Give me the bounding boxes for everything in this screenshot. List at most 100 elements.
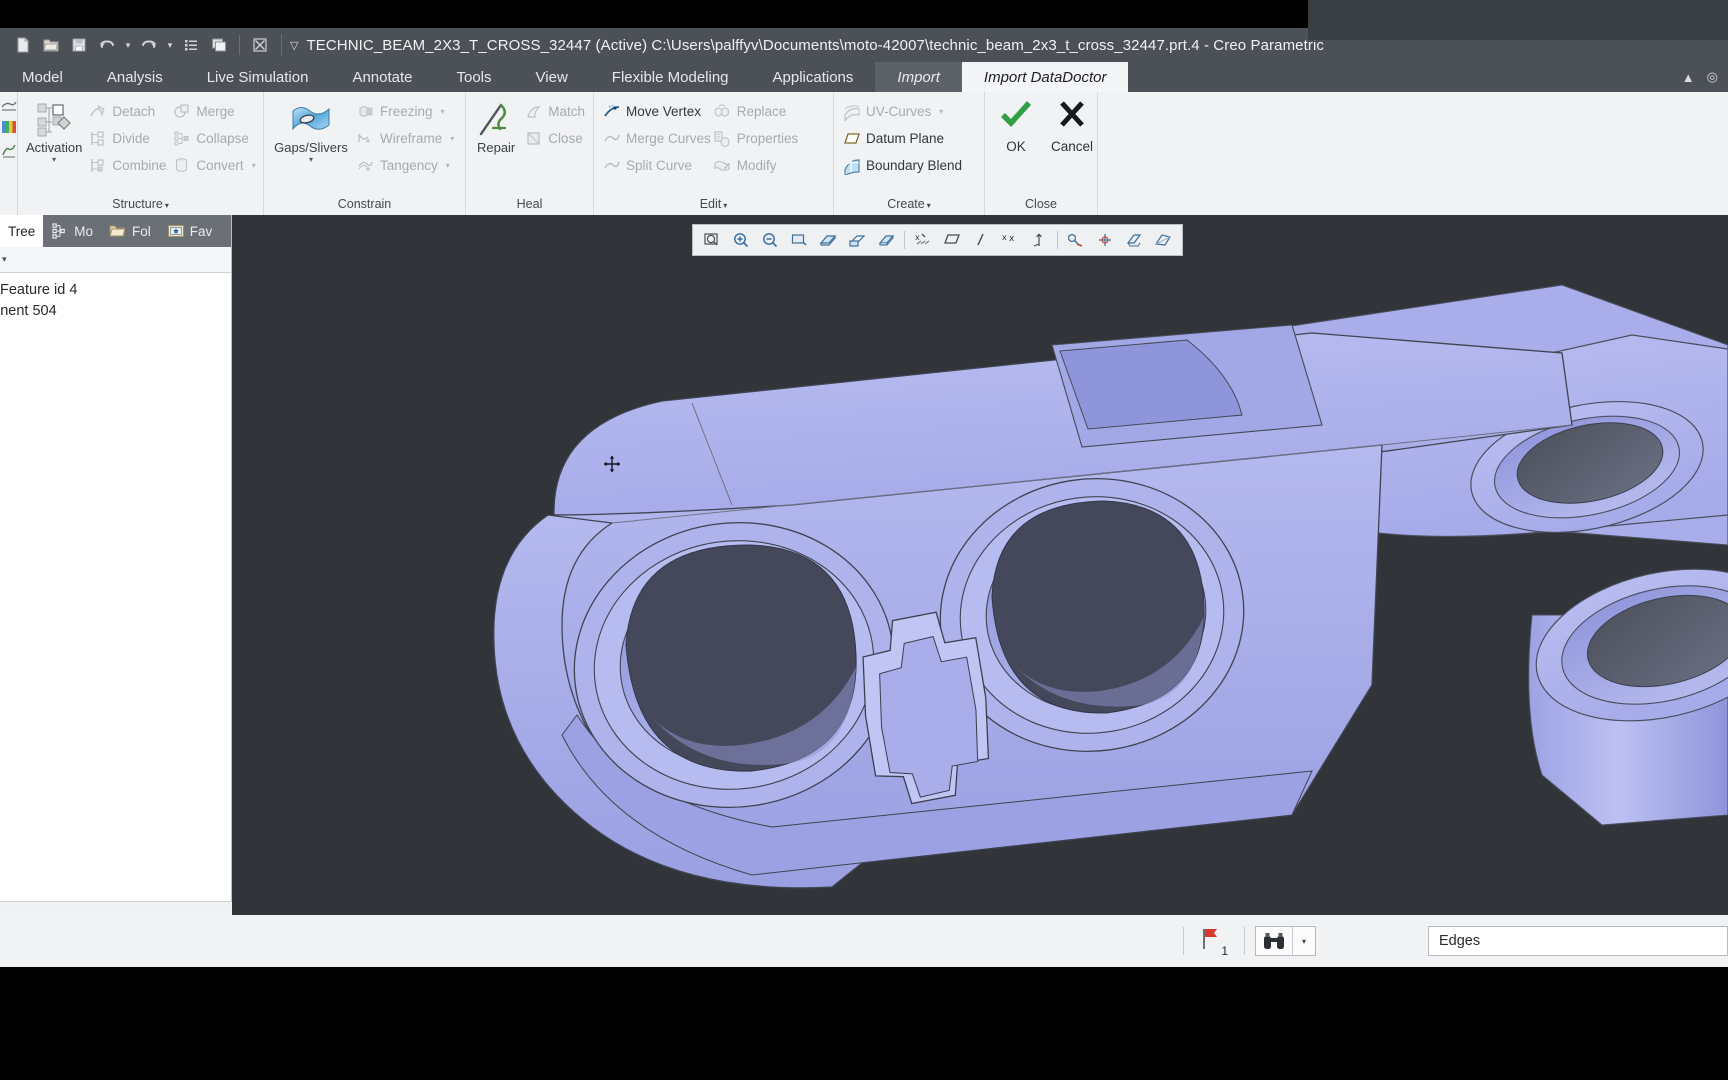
- undo-dropdown-caret[interactable]: ▾: [122, 40, 134, 51]
- uv-curves-button[interactable]: UV-Curves ▾: [842, 100, 962, 123]
- tree-tab-tree[interactable]: Tree: [0, 215, 44, 247]
- match-label: Match: [548, 104, 585, 119]
- tab-flexible-modeling[interactable]: Flexible Modeling: [590, 62, 751, 92]
- tree-tab-folder[interactable]: Fol: [101, 215, 159, 247]
- search-dropdown-caret[interactable]: ▾: [1293, 927, 1315, 955]
- properties-button[interactable]: Properties: [713, 127, 798, 150]
- uv-curves-caret[interactable]: ▾: [939, 107, 943, 116]
- redo-dropdown-caret[interactable]: ▾: [164, 40, 176, 51]
- tab-view[interactable]: View: [514, 62, 590, 92]
- convert-caret[interactable]: ▾: [252, 161, 256, 170]
- boundary-blend-button[interactable]: Boundary Blend: [842, 154, 962, 177]
- modify-icon: [713, 156, 732, 175]
- modify-button[interactable]: Modify: [713, 154, 799, 177]
- annotation-display-icon[interactable]: [1062, 227, 1090, 253]
- binoculars-icon[interactable]: [1256, 927, 1292, 955]
- redo-icon[interactable]: [136, 32, 162, 58]
- move-vertex-button[interactable]: Move Vertex: [602, 100, 711, 123]
- display-style-icon[interactable]: [1120, 227, 1148, 253]
- datum-plane-button[interactable]: Datum Plane: [842, 127, 962, 150]
- divide-label: Divide: [112, 131, 150, 146]
- freezing-caret[interactable]: ▾: [441, 107, 445, 116]
- selection-filter-field[interactable]: Edges: [1428, 926, 1728, 956]
- wireframe-button[interactable]: Wireframe ▾: [356, 127, 454, 150]
- detach-button[interactable]: Detach: [88, 100, 166, 123]
- split-curve-button[interactable]: Split Curve: [602, 154, 711, 177]
- tab-live-simulation[interactable]: Live Simulation: [185, 62, 331, 92]
- window-title: TECHNIC_BEAM_2X3_T_CROSS_32447 (Active) …: [306, 36, 1325, 54]
- cancel-button[interactable]: Cancel: [1051, 100, 1093, 154]
- axis-display-icon[interactable]: [967, 227, 995, 253]
- collapse-ribbon-icon[interactable]: ▲: [1682, 70, 1695, 85]
- help-icon[interactable]: ◎: [1707, 69, 1718, 85]
- window-switch-icon[interactable]: [206, 32, 232, 58]
- tab-analysis[interactable]: Analysis: [85, 62, 185, 92]
- activation-button[interactable]: Activation ▾: [26, 97, 82, 164]
- convert-button[interactable]: Convert ▾: [172, 154, 256, 177]
- merge-button[interactable]: Merge: [172, 100, 255, 123]
- refit-icon[interactable]: [785, 227, 813, 253]
- tab-model[interactable]: Model: [0, 62, 85, 92]
- wireframe-caret[interactable]: ▾: [450, 134, 454, 143]
- zoom-window-icon[interactable]: [698, 227, 726, 253]
- close-surface-button[interactable]: Close: [524, 127, 585, 150]
- tab-applications[interactable]: Applications: [751, 62, 876, 92]
- title-dropdown-caret[interactable]: ▽: [290, 39, 298, 52]
- notification-flag-button[interactable]: 1: [1194, 926, 1234, 957]
- zoom-in-icon[interactable]: [727, 227, 755, 253]
- new-file-icon[interactable]: [10, 32, 36, 58]
- regenerate-icon[interactable]: [178, 32, 204, 58]
- tree-tab-favorites[interactable]: Fav: [159, 215, 221, 247]
- perspective-icon[interactable]: [1149, 227, 1177, 253]
- tree-horizontal-scrollbar[interactable]: [0, 901, 232, 915]
- gaps-slivers-button[interactable]: Gaps/Slivers ▾: [272, 97, 350, 164]
- gaps-slivers-icon: [290, 99, 332, 139]
- tree-tab-model[interactable]: Mo: [43, 215, 101, 247]
- group-label-heal: Heal: [466, 197, 593, 215]
- tree-filter-caret[interactable]: ▾: [2, 254, 7, 265]
- spin-center-icon[interactable]: [1091, 227, 1119, 253]
- freezing-button[interactable]: Freezing ▾: [356, 100, 454, 123]
- zoom-out-icon[interactable]: [756, 227, 784, 253]
- detach-icon: [88, 102, 107, 121]
- csys-display-icon[interactable]: [1025, 227, 1053, 253]
- edit-dialog-launcher[interactable]: ▾: [723, 201, 727, 210]
- close-window-icon[interactable]: [247, 32, 273, 58]
- tab-annotate[interactable]: Annotate: [330, 62, 434, 92]
- ok-button[interactable]: OK: [999, 100, 1033, 154]
- divide-button[interactable]: Divide: [88, 127, 166, 150]
- tab-import[interactable]: Import: [875, 62, 962, 92]
- undo-icon[interactable]: [94, 32, 120, 58]
- datum-plane-display-icon[interactable]: [938, 227, 966, 253]
- heal-column-1: Match Close: [524, 97, 585, 150]
- ribbon-group-structure: Activation ▾ Detach Divide Combine Merge…: [18, 92, 264, 215]
- datum-rail-icon[interactable]: [1, 142, 17, 158]
- graphics-viewport[interactable]: x xx: [232, 215, 1728, 915]
- tangency-caret[interactable]: ▾: [446, 161, 450, 170]
- open-file-icon[interactable]: [38, 32, 64, 58]
- view-manager-icon[interactable]: [872, 227, 900, 253]
- tree-row-feature[interactable]: Feature id 4: [0, 279, 231, 300]
- sketch-rail-icon[interactable]: [0, 96, 17, 112]
- combine-button[interactable]: Combine: [88, 154, 166, 177]
- match-button[interactable]: Match: [524, 100, 585, 123]
- collapse-button[interactable]: Collapse: [172, 127, 255, 150]
- tree-row-component[interactable]: mponent 504: [0, 300, 231, 321]
- create-dialog-launcher[interactable]: ▾: [927, 201, 931, 210]
- appearance-rail-icon[interactable]: [1, 119, 17, 135]
- reorient-icon[interactable]: [814, 227, 842, 253]
- merge-curves-button[interactable]: Merge Curves: [602, 127, 711, 150]
- structure-dialog-launcher[interactable]: ▾: [165, 201, 169, 210]
- gaps-slivers-caret[interactable]: ▾: [309, 156, 313, 164]
- replace-button[interactable]: Replace: [713, 100, 799, 123]
- saved-orientations-icon[interactable]: [843, 227, 871, 253]
- repair-button[interactable]: Repair: [474, 97, 518, 155]
- activation-caret[interactable]: ▾: [52, 156, 56, 164]
- wireframe-icon: [356, 129, 375, 148]
- tab-import-datadoctor[interactable]: Import DataDoctor: [961, 62, 1129, 92]
- tab-tools[interactable]: Tools: [435, 62, 514, 92]
- tangency-button[interactable]: Tangency ▾: [356, 154, 454, 177]
- datum-display-icon[interactable]: x: [909, 227, 937, 253]
- save-icon[interactable]: [66, 32, 92, 58]
- point-display-icon[interactable]: xx: [996, 227, 1024, 253]
